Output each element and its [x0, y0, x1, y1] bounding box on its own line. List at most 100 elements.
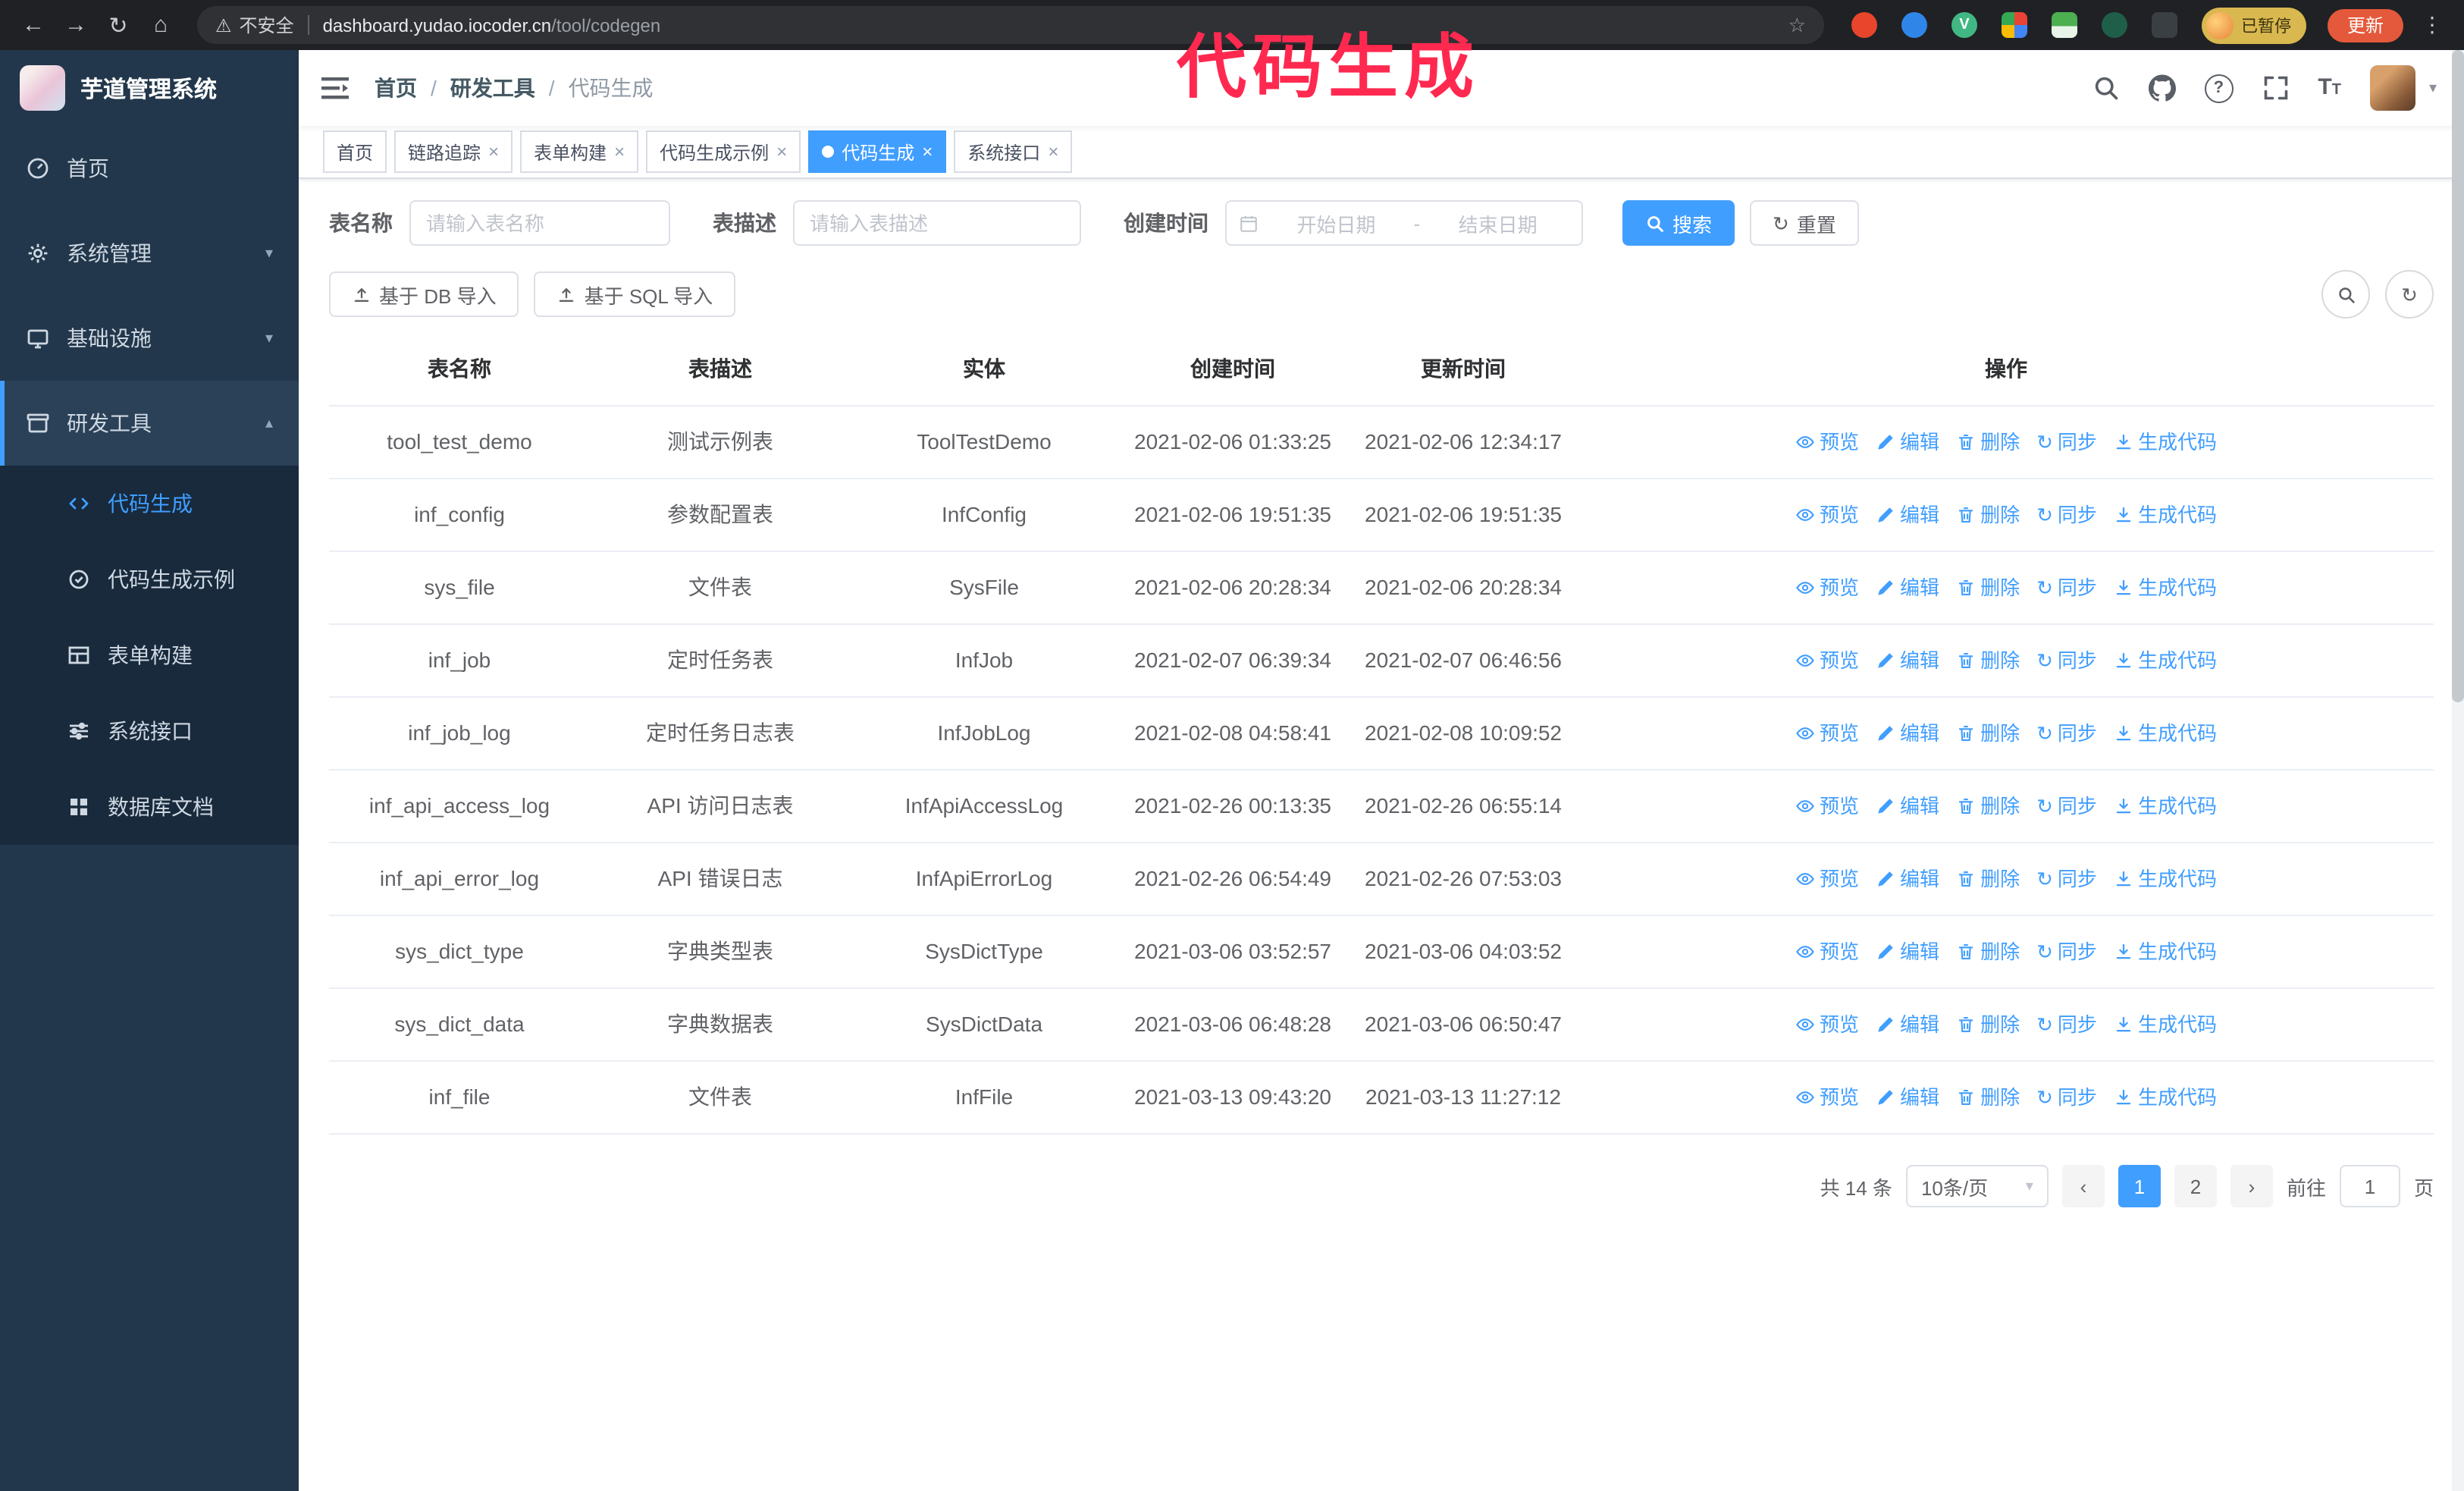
- delete-link[interactable]: 删除: [1956, 1007, 2020, 1042]
- sidebar-item-dev-tools[interactable]: 研发工具 ▴: [0, 381, 299, 466]
- breadcrumb-home[interactable]: 首页: [375, 73, 417, 103]
- edit-link[interactable]: 编辑: [1876, 716, 1939, 751]
- home-icon[interactable]: ⌂: [143, 7, 179, 43]
- refresh-table-button[interactable]: ↻: [2385, 270, 2434, 319]
- edit-link[interactable]: 编辑: [1876, 1007, 1939, 1042]
- preview-link[interactable]: 预览: [1795, 498, 1859, 532]
- delete-link[interactable]: 删除: [1956, 643, 2020, 678]
- caret-down-icon[interactable]: ▾: [2429, 80, 2437, 96]
- user-avatar[interactable]: [2369, 65, 2415, 111]
- tab-codegen-example[interactable]: 代码生成示例 ×: [646, 130, 801, 173]
- page-size-select[interactable]: 10条/页 ▾: [1905, 1165, 2049, 1207]
- forward-icon[interactable]: →: [58, 7, 94, 43]
- extension-icon[interactable]: [2101, 12, 2127, 38]
- sidebar-item-infrastructure[interactable]: 基础设施 ▾: [0, 296, 299, 381]
- import-sql-button[interactable]: 基于 SQL 导入: [534, 272, 736, 317]
- extension-icon[interactable]: [1851, 12, 1877, 38]
- reload-icon[interactable]: ↻: [100, 7, 136, 43]
- edit-link[interactable]: 编辑: [1876, 643, 1939, 678]
- generate-code-link[interactable]: 生成代码: [2114, 789, 2217, 824]
- sync-link[interactable]: ↻ 同步: [2036, 934, 2097, 969]
- next-page-button[interactable]: ›: [2230, 1165, 2273, 1207]
- delete-link[interactable]: 删除: [1956, 934, 2020, 969]
- delete-link[interactable]: 删除: [1956, 570, 2020, 605]
- generate-code-link[interactable]: 生成代码: [2114, 643, 2217, 678]
- scrollbar[interactable]: [2452, 50, 2464, 1491]
- sidebar-item-codegen-example[interactable]: 代码生成示例: [0, 541, 299, 617]
- search-icon[interactable]: [2092, 74, 2119, 102]
- sync-link[interactable]: ↻ 同步: [2036, 789, 2097, 824]
- app-logo[interactable]: 芋道管理系统: [0, 50, 299, 126]
- reset-button[interactable]: ↻ 重置: [1750, 200, 1859, 246]
- chrome-menu-icon[interactable]: ⋮: [2415, 12, 2449, 38]
- edit-link[interactable]: 编辑: [1876, 789, 1939, 824]
- delete-link[interactable]: 删除: [1956, 716, 2020, 751]
- fullscreen-icon[interactable]: [2262, 74, 2289, 102]
- tab-codegen[interactable]: 代码生成 ×: [808, 130, 947, 173]
- sidebar-item-system-api[interactable]: 系统接口: [0, 693, 299, 769]
- sync-link[interactable]: ↻ 同步: [2036, 570, 2097, 605]
- close-icon[interactable]: ×: [922, 143, 933, 161]
- close-icon[interactable]: ×: [488, 143, 499, 161]
- tab-trace[interactable]: 链路追踪 ×: [394, 130, 513, 173]
- edit-link[interactable]: 编辑: [1876, 934, 1939, 969]
- delete-link[interactable]: 删除: [1956, 498, 2020, 532]
- preview-link[interactable]: 预览: [1795, 643, 1859, 678]
- page-button-1[interactable]: 1: [2118, 1165, 2161, 1207]
- edit-link[interactable]: 编辑: [1876, 1080, 1939, 1115]
- sync-link[interactable]: ↻ 同步: [2036, 1007, 2097, 1042]
- delete-link[interactable]: 删除: [1956, 425, 2020, 460]
- toggle-search-button[interactable]: [2321, 270, 2370, 319]
- tab-system-api[interactable]: 系统接口 ×: [954, 130, 1073, 173]
- preview-link[interactable]: 预览: [1795, 789, 1859, 824]
- delete-link[interactable]: 删除: [1956, 1080, 2020, 1115]
- tab-home[interactable]: 首页: [323, 130, 387, 173]
- extension-icon[interactable]: [2051, 12, 2077, 38]
- profile-paused-chip[interactable]: 已暂停: [2201, 7, 2306, 43]
- close-icon[interactable]: ×: [776, 143, 787, 161]
- preview-link[interactable]: 预览: [1795, 716, 1859, 751]
- extension-icon[interactable]: [2001, 12, 2027, 38]
- edit-link[interactable]: 编辑: [1876, 425, 1939, 460]
- date-range-picker[interactable]: 开始日期 - 结束日期: [1225, 200, 1583, 246]
- extension-icon[interactable]: [1901, 12, 1927, 38]
- generate-code-link[interactable]: 生成代码: [2114, 498, 2217, 532]
- sidebar-item-codegen[interactable]: 代码生成: [0, 466, 299, 541]
- delete-link[interactable]: 删除: [1956, 789, 2020, 824]
- sync-link[interactable]: ↻ 同步: [2036, 862, 2097, 896]
- generate-code-link[interactable]: 生成代码: [2114, 570, 2217, 605]
- edit-link[interactable]: 编辑: [1876, 498, 1939, 532]
- sidebar-item-form-builder[interactable]: 表单构建: [0, 617, 299, 693]
- sidebar-item-db-docs[interactable]: 数据库文档: [0, 769, 299, 845]
- import-db-button[interactable]: 基于 DB 导入: [329, 272, 519, 317]
- page-button-2[interactable]: 2: [2174, 1165, 2217, 1207]
- back-icon[interactable]: ←: [15, 7, 52, 43]
- preview-link[interactable]: 预览: [1795, 862, 1859, 896]
- breadcrumb-dev-tools[interactable]: 研发工具: [450, 73, 535, 103]
- chrome-update-button[interactable]: 更新: [2327, 8, 2403, 42]
- sync-link[interactable]: ↻ 同步: [2036, 425, 2097, 460]
- generate-code-link[interactable]: 生成代码: [2114, 716, 2217, 751]
- hamburger-icon[interactable]: [299, 76, 371, 100]
- font-size-icon[interactable]: TT: [2318, 74, 2341, 102]
- preview-link[interactable]: 预览: [1795, 1007, 1859, 1042]
- generate-code-link[interactable]: 生成代码: [2114, 1080, 2217, 1115]
- preview-link[interactable]: 预览: [1795, 1080, 1859, 1115]
- vue-devtools-extension-icon[interactable]: V: [1951, 12, 1977, 38]
- security-chip[interactable]: ⚠ 不安全: [215, 12, 294, 38]
- preview-link[interactable]: 预览: [1795, 934, 1859, 969]
- edit-link[interactable]: 编辑: [1876, 862, 1939, 896]
- generate-code-link[interactable]: 生成代码: [2114, 862, 2217, 896]
- delete-link[interactable]: 删除: [1956, 862, 2020, 896]
- sync-link[interactable]: ↻ 同步: [2036, 498, 2097, 532]
- prev-page-button[interactable]: ‹: [2061, 1165, 2105, 1207]
- generate-code-link[interactable]: 生成代码: [2114, 1007, 2217, 1042]
- docs-help-icon[interactable]: ?: [2204, 74, 2234, 102]
- generate-code-link[interactable]: 生成代码: [2114, 425, 2217, 460]
- bookmark-star-icon[interactable]: ☆: [1788, 13, 1806, 37]
- sync-link[interactable]: ↻ 同步: [2036, 716, 2097, 751]
- close-icon[interactable]: ×: [614, 143, 625, 161]
- extension-icon[interactable]: [2151, 12, 2177, 38]
- preview-link[interactable]: 预览: [1795, 570, 1859, 605]
- scrollbar-thumb[interactable]: [2452, 50, 2464, 702]
